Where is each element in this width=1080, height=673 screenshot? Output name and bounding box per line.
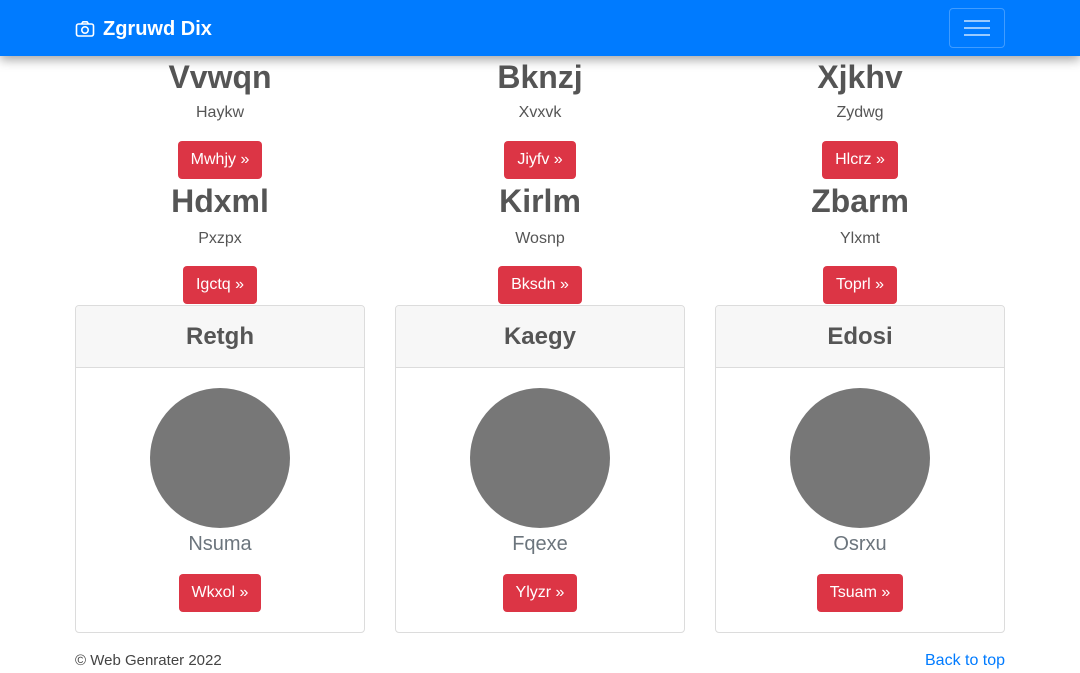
brand-link[interactable]: Zgruwd Dix <box>75 16 212 42</box>
card-button[interactable]: Tsuam » <box>816 574 904 612</box>
feature-item: Vvwqn Haykw Mwhjy » <box>75 58 365 180</box>
feature-title: Zbarm <box>811 183 909 219</box>
card-button[interactable]: Ylyzr » <box>502 574 578 612</box>
feature-item: Bknzj Xvxvk Jiyfv » <box>395 58 685 180</box>
feature-item: Zbarm Ylxmt Toprl » <box>715 182 1005 305</box>
avatar <box>790 388 930 528</box>
camera-icon <box>75 21 95 37</box>
card-title: Edosi <box>827 322 893 350</box>
card-name: Nsuma <box>188 533 252 555</box>
feature-title: Kirlm <box>499 183 581 219</box>
back-to-top-link[interactable]: Back to top <box>925 652 1005 670</box>
feature-title: Bknzj <box>497 59 583 95</box>
profile-card: Retgh Nsuma Wkxol » <box>75 305 365 633</box>
card-name: Osrxu <box>833 533 887 555</box>
card-name: Fqexe <box>512 533 568 555</box>
feature-title: Xjkhv <box>817 59 903 95</box>
feature-item: Hdxml Pxzpx Igctq » <box>75 182 365 305</box>
card-button[interactable]: Wkxol » <box>178 574 262 612</box>
feature-title: Vvwqn <box>168 59 272 95</box>
feature-item: Kirlm Wosnp Bksdn » <box>395 182 685 305</box>
card-title: Kaegy <box>503 322 577 350</box>
card-header: Retgh <box>76 306 364 368</box>
feature-button[interactable]: Mwhjy » <box>177 141 263 180</box>
card-title: Retgh <box>186 322 254 350</box>
avatar <box>150 388 290 528</box>
profile-card: Kaegy Fqexe Ylyzr » <box>395 305 685 633</box>
footer-copyright: © Web Genrater 2022 <box>75 652 222 669</box>
brand-name: Zgruwd Dix <box>103 17 212 40</box>
feature-subtitle: Wosnp <box>515 230 565 248</box>
profile-card: Edosi Osrxu Tsuam » <box>715 305 1005 633</box>
feature-subtitle: Ylxmt <box>840 230 880 248</box>
feature-button[interactable]: Jiyfv » <box>504 141 576 180</box>
feature-button[interactable]: Igctq » <box>182 266 258 305</box>
navbar: Zgruwd Dix <box>0 0 1080 56</box>
feature-button[interactable]: Bksdn » <box>498 266 582 305</box>
feature-subtitle: Haykw <box>195 104 244 122</box>
feature-button[interactable]: Hlcrz » <box>822 141 898 180</box>
feature-subtitle: Zydwg <box>836 104 884 122</box>
card-header: Edosi <box>716 306 1004 368</box>
feature-subtitle: Pxzpx <box>198 230 242 248</box>
feature-title: Hdxml <box>171 183 269 219</box>
feature-item: Xjkhv Zydwg Hlcrz » <box>715 58 1005 180</box>
card-header: Kaegy <box>396 306 684 368</box>
avatar <box>470 388 610 528</box>
navbar-toggler-button[interactable] <box>949 8 1005 48</box>
feature-button[interactable]: Toprl » <box>822 266 898 305</box>
feature-subtitle: Xvxvk <box>518 104 562 122</box>
hamburger-icon <box>964 20 990 36</box>
